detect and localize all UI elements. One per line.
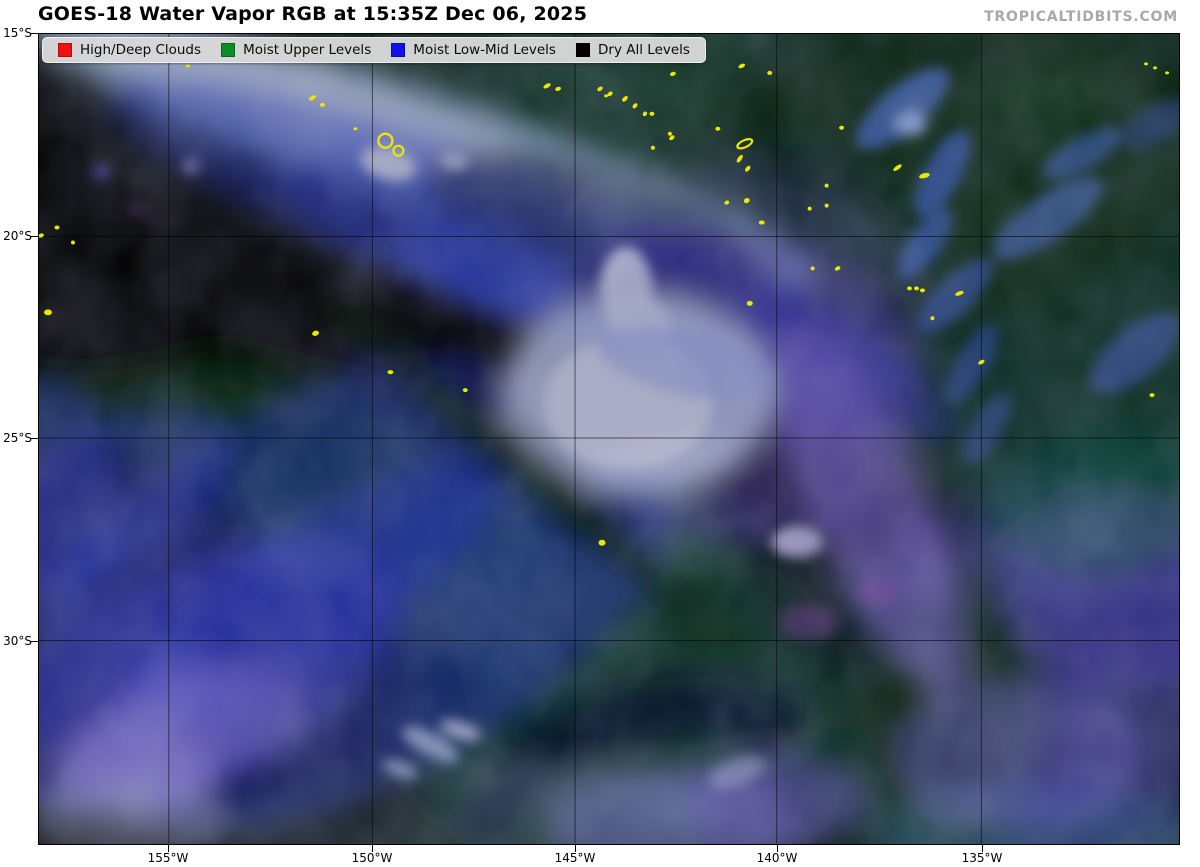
lat-label-20s: 20°S <box>3 229 32 243</box>
lat-tick <box>31 33 38 34</box>
legend-swatch-blue <box>391 43 406 57</box>
legend-item-high-deep-clouds: High/Deep Clouds <box>58 42 201 58</box>
lat-tick <box>31 641 38 642</box>
legend-label: Moist Upper Levels <box>243 42 372 58</box>
lat-label-15s: 15°S <box>3 26 32 40</box>
lon-label-150w: 150°W <box>351 851 393 865</box>
lon-tick <box>982 845 983 852</box>
lat-tick <box>31 438 38 439</box>
dark-mottle-texture <box>39 34 1179 844</box>
lon-tick <box>777 845 778 852</box>
lon-label-155w: 155°W <box>147 851 189 865</box>
legend-item-dry-all-levels: Dry All Levels <box>576 42 690 58</box>
image-title: GOES-18 Water Vapor RGB at 15:35Z Dec 06… <box>38 3 588 25</box>
legend: High/Deep Clouds Moist Upper Levels Mois… <box>42 37 706 63</box>
legend-item-moist-upper: Moist Upper Levels <box>221 42 371 58</box>
satellite-viewer: GOES-18 Water Vapor RGB at 15:35Z Dec 06… <box>0 0 1200 867</box>
lon-label-145w: 145°W <box>554 851 596 865</box>
legend-swatch-black <box>576 43 591 57</box>
legend-item-moist-lowmid: Moist Low-Mid Levels <box>391 42 556 58</box>
legend-label: Dry All Levels <box>598 42 690 58</box>
map-area: High/Deep Clouds Moist Upper Levels Mois… <box>38 33 1180 845</box>
lon-label-135w: 135°W <box>961 851 1003 865</box>
legend-swatch-red <box>58 43 72 57</box>
satellite-image <box>39 34 1179 844</box>
lon-label-140w: 140°W <box>756 851 798 865</box>
legend-label: High/Deep Clouds <box>80 42 202 58</box>
lon-tick <box>372 845 373 852</box>
lon-tick <box>575 845 576 852</box>
lat-tick <box>31 236 38 237</box>
legend-label: Moist Low-Mid Levels <box>413 42 556 58</box>
site-watermark: TROPICALTIDBITS.COM <box>984 9 1178 25</box>
lon-tick <box>168 845 169 852</box>
lat-label-30s: 30°S <box>3 634 32 648</box>
lat-label-25s: 25°S <box>3 431 32 445</box>
legend-swatch-green <box>221 43 236 57</box>
